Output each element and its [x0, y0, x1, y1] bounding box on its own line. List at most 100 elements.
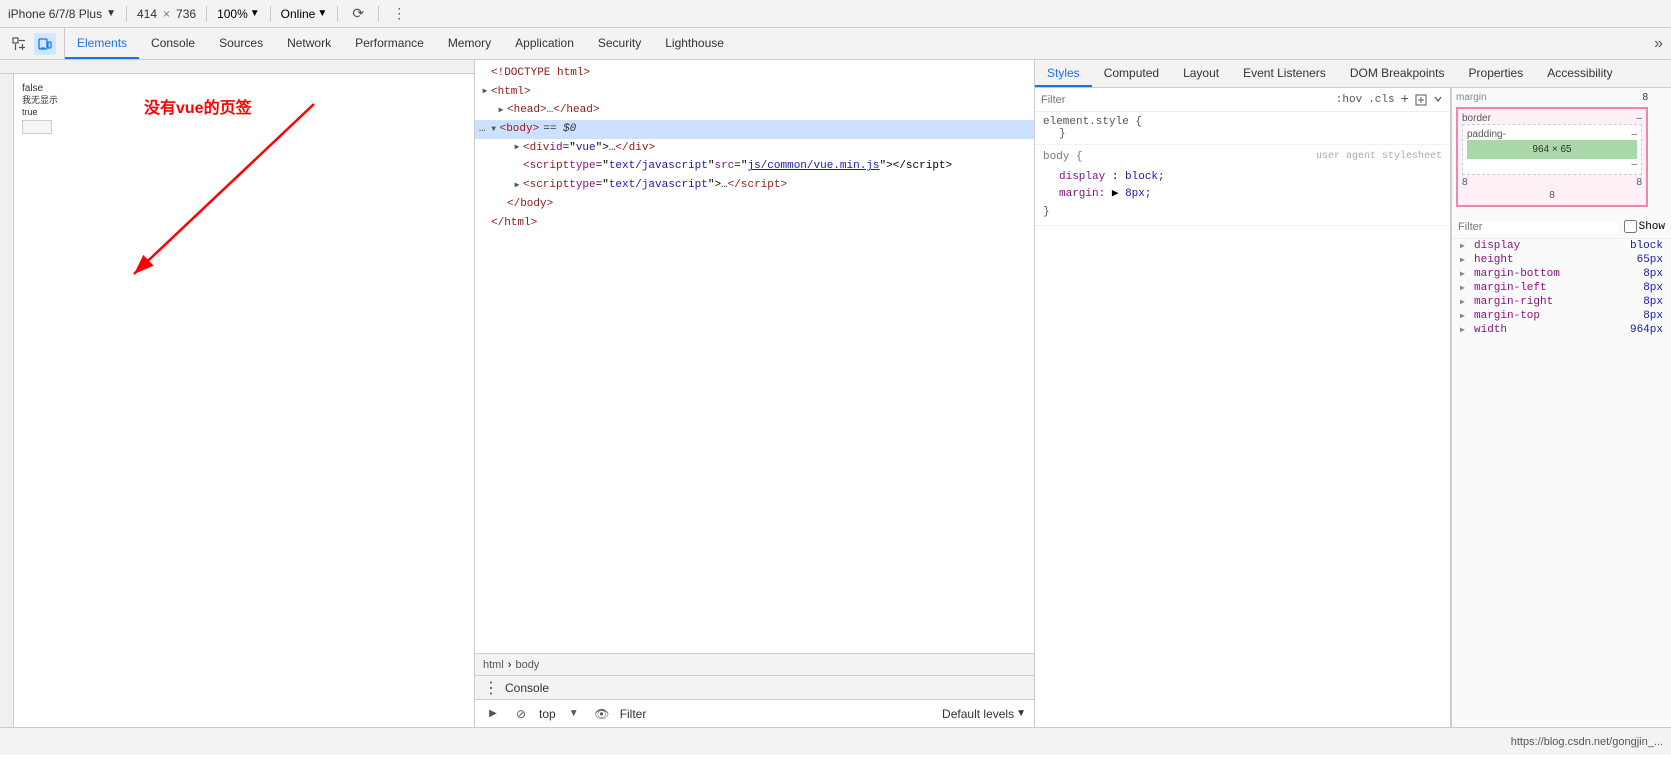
tab-network[interactable]: Network — [275, 28, 343, 59]
console-filter-input[interactable]: Filter — [620, 707, 934, 721]
console-run-icon[interactable]: ▶ — [483, 704, 503, 724]
computed-tri-ml[interactable]: ▶ — [1460, 283, 1470, 293]
dom-line-body[interactable]: … ▼ <body> == $0 — [475, 120, 1034, 139]
dom-triangle-empty2 — [495, 197, 507, 211]
console-top-chevron[interactable]: ▼ — [564, 704, 584, 724]
box-padding-dash: – — [1631, 129, 1637, 140]
dom-eq1: =" — [596, 157, 609, 176]
body-prop-display: display : block; — [1059, 169, 1442, 187]
computed-row-margin-left[interactable]: ▶ margin-left 8px — [1452, 281, 1671, 295]
tab-sources[interactable]: Sources — [207, 28, 275, 59]
tab-computed[interactable]: Computed — [1092, 60, 1171, 87]
computed-tri-height[interactable]: ▶ — [1460, 255, 1470, 265]
filter-bar: :hov .cls + — [1035, 88, 1450, 112]
margin-value: 8 — [1642, 92, 1648, 103]
dom-line-script-vue[interactable]: <script type =" text/javascript " src ="… — [475, 157, 1034, 176]
comp-val-mr: 8px — [1643, 296, 1663, 308]
computed-tri-mt[interactable]: ▶ — [1460, 311, 1470, 321]
element-style-text: element.style { — [1043, 116, 1142, 128]
box-val-left: 8 — [1462, 177, 1468, 188]
dom-attr-src: src — [714, 157, 734, 176]
tab-accessibility[interactable]: Accessibility — [1535, 60, 1624, 87]
network-select[interactable]: Online ▼ — [281, 7, 328, 21]
box-val-bottom2: 8 — [1549, 190, 1555, 201]
dom-attr-type2: type — [569, 176, 595, 195]
computed-row-margin-right[interactable]: ▶ margin-right 8px — [1452, 295, 1671, 309]
dom-attr-eq: =" — [563, 139, 576, 158]
dom-line-doctype[interactable]: <!DOCTYPE html> — [475, 64, 1034, 83]
inspect-element-icon[interactable] — [8, 33, 30, 55]
device-selector[interactable]: iPhone 6/7/8 Plus ▼ — [8, 7, 116, 21]
dom-line-body-close[interactable]: </body> — [475, 195, 1034, 214]
box-padding-row: padding- – — [1467, 129, 1637, 140]
dom-triangle-div[interactable]: ▶ — [511, 141, 523, 155]
tab-styles[interactable]: Styles — [1035, 60, 1092, 87]
tab-event-listeners[interactable]: Event Listeners — [1231, 60, 1338, 87]
tab-elements[interactable]: Elements — [65, 28, 139, 59]
dom-line-div-vue[interactable]: ▶ <div id =" vue "> … </div> — [475, 139, 1034, 158]
device-width: 414 — [137, 7, 157, 21]
dom-attr-type2-val: text/javascript — [609, 176, 708, 195]
dom-triangle — [479, 67, 491, 81]
dom-triangle-body[interactable]: ▼ — [488, 123, 500, 137]
cls-button[interactable]: .cls — [1368, 94, 1394, 106]
tab-properties[interactable]: Properties — [1457, 60, 1536, 87]
dom-line-head[interactable]: ▶ <head> … </head> — [475, 101, 1034, 120]
tab-lighthouse[interactable]: Lighthouse — [653, 28, 736, 59]
breadcrumb-body[interactable]: body — [515, 659, 539, 671]
devtools-nav-icons — [0, 28, 65, 59]
tab-console[interactable]: Console — [139, 28, 207, 59]
tab-security[interactable]: Security — [586, 28, 653, 59]
hov-button[interactable]: :hov — [1336, 94, 1362, 106]
separator3 — [270, 6, 271, 22]
chevron-down-icon[interactable]: ▼ — [106, 8, 116, 19]
computed-row-width[interactable]: ▶ width 964px — [1452, 323, 1671, 337]
filter-input[interactable] — [1041, 94, 1330, 106]
dom-eq1d: "></script> — [880, 157, 953, 176]
reset-icon[interactable]: ⟳ — [348, 4, 368, 24]
tab-application[interactable]: Application — [503, 28, 586, 59]
tab-memory[interactable]: Memory — [436, 28, 503, 59]
dom-triangle-script2[interactable]: ▶ — [511, 179, 523, 193]
comp-prop-width: width — [1474, 324, 1507, 336]
nav-more-button[interactable]: » — [1646, 35, 1671, 53]
computed-filter-input[interactable] — [1458, 221, 1618, 233]
breadcrumb-html[interactable]: html — [483, 659, 504, 671]
computed-tri-mr[interactable]: ▶ — [1460, 297, 1470, 307]
add-rule-button[interactable]: + — [1401, 92, 1409, 108]
expand-icon[interactable] — [1432, 94, 1444, 106]
dom-line-html-close[interactable]: </html> — [475, 214, 1034, 233]
dom-eq2b: "> — [708, 176, 721, 195]
computed-row-display[interactable]: ▶ display block — [1452, 239, 1671, 253]
more-options-icon[interactable]: ⋮ — [389, 4, 409, 24]
computed-tri-display[interactable]: ▶ — [1460, 241, 1470, 251]
zoom-select[interactable]: 100% ▼ — [217, 7, 260, 21]
console-level-select[interactable]: Default levels ▼ — [942, 707, 1026, 721]
console-dots-icon[interactable]: ⋮ — [483, 678, 499, 698]
prop-display: display — [1059, 171, 1105, 183]
console-block-icon[interactable]: ⊘ — [511, 704, 531, 724]
computed-row-height[interactable]: ▶ height 65px — [1452, 253, 1671, 267]
computed-row-margin-bottom[interactable]: ▶ margin-bottom 8px — [1452, 267, 1671, 281]
console-eye-icon[interactable]: 👁 — [592, 704, 612, 724]
hov-cls-bar: :hov .cls + — [1336, 92, 1409, 108]
computed-row-margin-top[interactable]: ▶ margin-top 8px — [1452, 309, 1671, 323]
tab-dom-breakpoints[interactable]: DOM Breakpoints — [1338, 60, 1457, 87]
zoom-chevron-icon[interactable]: ▼ — [250, 8, 260, 19]
dom-triangle-html[interactable]: ▶ — [479, 85, 491, 99]
prop-margin-tri: ▶ — [1112, 188, 1125, 200]
computed-tri-mb[interactable]: ▶ — [1460, 269, 1470, 279]
network-chevron-icon[interactable]: ▼ — [317, 8, 327, 19]
dom-line-html[interactable]: ▶ <html> — [475, 83, 1034, 102]
computed-tri-width[interactable]: ▶ — [1460, 325, 1470, 335]
tab-performance[interactable]: Performance — [343, 28, 436, 59]
device-toolbar-icon[interactable] — [34, 33, 56, 55]
show-all-check[interactable] — [1624, 220, 1637, 233]
styles-tabs: Styles Computed Layout Event Listeners D… — [1035, 60, 1671, 88]
new-style-icon[interactable] — [1415, 94, 1427, 106]
comp-val-mb: 8px — [1643, 268, 1663, 280]
dom-line-script-inline[interactable]: ▶ <script type =" text/javascript "> … <… — [475, 176, 1034, 195]
dom-triangle-head[interactable]: ▶ — [495, 104, 507, 118]
tab-layout[interactable]: Layout — [1171, 60, 1231, 87]
show-all-checkbox[interactable]: Show — [1624, 220, 1665, 233]
